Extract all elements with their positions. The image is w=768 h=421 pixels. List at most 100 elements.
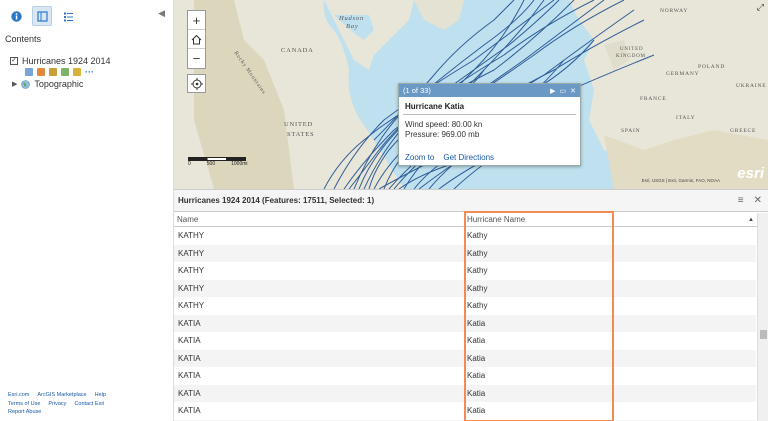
footer-link-esri[interactable]: Esri.com bbox=[8, 391, 29, 400]
cell-hurricane-name: Kathy bbox=[467, 248, 488, 258]
contents-title: Contents bbox=[5, 34, 42, 44]
locate-button[interactable] bbox=[187, 74, 206, 93]
table-row[interactable]: KATHY Kathy bbox=[174, 227, 756, 245]
map-label-germany: GERMANY bbox=[666, 71, 700, 77]
cell-name: KATIA bbox=[178, 371, 201, 381]
cell-name: KATIA bbox=[178, 406, 201, 416]
layer-hurricanes[interactable]: ✓ Hurricanes 1924 2014 bbox=[10, 56, 111, 66]
zoom-to-link[interactable]: Zoom to bbox=[405, 153, 434, 162]
expand-map-icon[interactable]: ⤢ bbox=[757, 2, 764, 13]
maximize-icon[interactable]: ▭ bbox=[560, 87, 567, 95]
map-label-hudson: Hudson bbox=[339, 15, 365, 22]
table-row[interactable]: KATHY Kathy bbox=[174, 262, 756, 280]
table-row[interactable]: KATHY Kathy bbox=[174, 244, 756, 262]
popup-body: Wind speed: 80.00 kn Pressure: 969.00 mb bbox=[399, 115, 580, 145]
home-icon bbox=[191, 34, 202, 44]
table-row[interactable]: KATIA Katia bbox=[174, 384, 756, 402]
footer-link-report-abuse[interactable]: Report Abuse bbox=[8, 408, 41, 417]
column-header-hurricane-name[interactable]: Hurricane Name bbox=[464, 213, 614, 226]
popup-actions: Zoom to Get Directions bbox=[405, 153, 494, 162]
footer-link-privacy[interactable]: Privacy bbox=[48, 400, 66, 409]
layer-topographic[interactable]: ▶ Topographic bbox=[12, 79, 83, 89]
cell-name: KATHY bbox=[178, 266, 205, 276]
zoom-control: + − bbox=[187, 10, 206, 69]
table-row[interactable]: KATIA Katia bbox=[174, 332, 756, 350]
cell-hurricane-name: Kathy bbox=[467, 231, 488, 241]
next-feature-icon[interactable]: ▶ bbox=[550, 87, 555, 95]
table-row[interactable]: KATIA Katia bbox=[174, 367, 756, 385]
table-scrollbar[interactable] bbox=[757, 213, 768, 421]
cell-hurricane-name: Katia bbox=[467, 353, 486, 363]
wind-speed: Wind speed: 80.00 kn bbox=[405, 120, 483, 129]
table-row[interactable]: KATIA Katia bbox=[174, 349, 756, 367]
column-headers: Name Hurricane Name ▲ bbox=[174, 213, 768, 227]
layer-label: Hurricanes 1924 2014 bbox=[22, 56, 111, 66]
cell-hurricane-name: Kathy bbox=[467, 301, 488, 311]
map-label-ukraine: UKRAINE bbox=[736, 83, 767, 89]
footer-link-marketplace[interactable]: ArcGIS Marketplace bbox=[37, 391, 86, 400]
tab-details[interactable] bbox=[6, 6, 26, 26]
map-label-greece: GREECE bbox=[730, 128, 757, 134]
table-row[interactable]: KATHY Kathy bbox=[174, 297, 756, 315]
column-header-name[interactable]: Name bbox=[174, 213, 464, 226]
legend-icon bbox=[63, 12, 73, 21]
footer-link-contact[interactable]: Contact Esri bbox=[74, 400, 104, 409]
collapse-panel-icon[interactable]: ◀ bbox=[158, 8, 165, 19]
expand-arrow-icon[interactable]: ▶ bbox=[12, 80, 17, 88]
scale-tick-500: 500 bbox=[206, 161, 216, 167]
more-options-icon[interactable]: ··· bbox=[85, 67, 94, 77]
scale-tick-0: 0 bbox=[188, 161, 191, 167]
map-label-italy: ITALY bbox=[676, 115, 696, 121]
popup-counter: (1 of 33) bbox=[403, 86, 431, 95]
cell-hurricane-name: Katia bbox=[467, 336, 486, 346]
table-title: Hurricanes 1924 2014 (Features: 17511, S… bbox=[174, 190, 768, 212]
get-directions-link[interactable]: Get Directions bbox=[443, 153, 494, 162]
tab-legend[interactable] bbox=[58, 6, 78, 26]
esri-logo: esri bbox=[737, 165, 764, 182]
map-label-states: STATES bbox=[287, 131, 315, 138]
cell-hurricane-name: Katia bbox=[467, 371, 486, 381]
layer-checkbox[interactable]: ✓ bbox=[10, 57, 18, 65]
attribute-table: Hurricanes 1924 2014 (Features: 17511, S… bbox=[174, 189, 768, 421]
scrollbar-thumb[interactable] bbox=[760, 330, 767, 339]
cell-name: KATIA bbox=[178, 336, 201, 346]
scale-tick-1000: 1000mi bbox=[231, 161, 248, 167]
analysis-icon[interactable] bbox=[73, 68, 81, 76]
show-legend-icon[interactable] bbox=[25, 68, 33, 76]
app-window: ◀ Contents ✓ Hurricanes 1924 2014 ··· ▶ … bbox=[0, 0, 768, 421]
contents-panel: ◀ Contents ✓ Hurricanes 1924 2014 ··· ▶ … bbox=[0, 0, 174, 421]
popup-header: (1 of 33) ▶ ▭ ✕ bbox=[399, 84, 580, 97]
show-table-icon[interactable] bbox=[37, 68, 45, 76]
cell-name: KATIA bbox=[178, 318, 201, 328]
close-table-icon[interactable]: ✕ bbox=[754, 195, 762, 206]
tab-contents[interactable] bbox=[32, 6, 52, 26]
change-style-icon[interactable] bbox=[49, 68, 57, 76]
map-label-bay: Bay bbox=[346, 23, 359, 30]
map-label-france: FRANCE bbox=[640, 96, 667, 102]
home-button[interactable] bbox=[188, 30, 205, 49]
zoom-out-button[interactable]: − bbox=[188, 49, 205, 68]
layer-label: Topographic bbox=[34, 79, 84, 89]
info-icon bbox=[10, 10, 22, 22]
footer-link-terms[interactable]: Terms of Use bbox=[8, 400, 40, 409]
cell-hurricane-name: Katia bbox=[467, 318, 486, 328]
locate-icon bbox=[190, 77, 203, 90]
cell-hurricane-name: Katia bbox=[467, 388, 486, 398]
contents-icon bbox=[36, 10, 48, 22]
zoom-in-button[interactable]: + bbox=[188, 11, 205, 30]
filter-icon[interactable] bbox=[61, 68, 69, 76]
cell-hurricane-name: Kathy bbox=[467, 266, 488, 276]
map-label-united: UNITED bbox=[284, 121, 313, 128]
scale-bar: 0 500 1000mi bbox=[188, 157, 248, 167]
footer-links: Esri.com ArcGIS Marketplace Help Terms o… bbox=[8, 391, 106, 417]
feature-popup: (1 of 33) ▶ ▭ ✕ Hurricane Katia Wind spe… bbox=[398, 83, 581, 166]
table-options-icon[interactable]: ≡ bbox=[738, 195, 744, 206]
table-row[interactable]: KATIA Katia bbox=[174, 314, 756, 332]
map-label-canada: CANADA bbox=[281, 47, 314, 54]
cell-hurricane-name: Katia bbox=[467, 406, 486, 416]
table-row[interactable]: KATHY Kathy bbox=[174, 279, 756, 297]
map-attribution: Esri, USGS | Esri, Garmin, FAO, NOAA bbox=[641, 178, 720, 183]
close-icon[interactable]: ✕ bbox=[570, 87, 576, 95]
footer-link-help[interactable]: Help bbox=[95, 391, 106, 400]
table-row[interactable]: KATIA Katia bbox=[174, 402, 756, 420]
